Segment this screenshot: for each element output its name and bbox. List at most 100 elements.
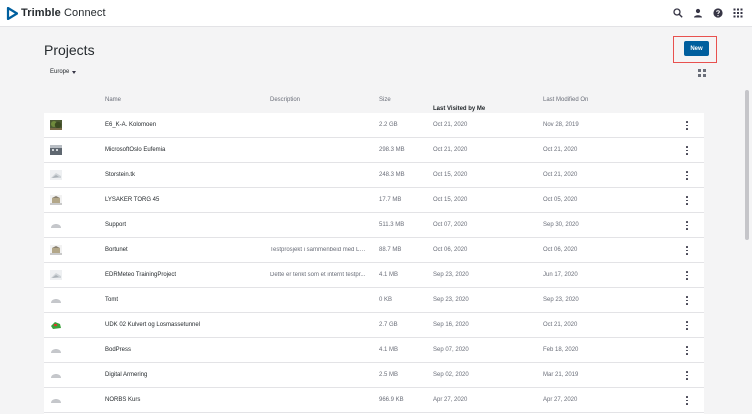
- project-thumbnail: [50, 345, 62, 355]
- project-size: 2.7 GB: [379, 322, 398, 328]
- more-options-icon[interactable]: [685, 145, 689, 156]
- project-thumbnail: [50, 195, 62, 205]
- table-row[interactable]: LYSAKER TORG 45 17.7 MB Oct 15, 2020 Oct 05…: [44, 188, 704, 213]
- new-project-button[interactable]: New: [684, 41, 709, 56]
- top-bar: Trimble Connect: [0, 0, 752, 27]
- project-thumbnail: [50, 170, 62, 180]
- vertical-scrollbar[interactable]: [745, 90, 749, 240]
- project-size: 17.7 MB: [379, 197, 402, 203]
- user-icon[interactable]: [692, 7, 704, 19]
- table-row[interactable]: MicrosoftOslo Eufemia 298.3 MB Oct 21, 202…: [44, 138, 704, 163]
- table-row[interactable]: Storstein.tk 248.3 MB Oct 15, 2020 Oct 21, …: [44, 163, 704, 188]
- more-options-icon[interactable]: [685, 220, 689, 231]
- project-name: MicrosoftOslo Eufemia: [105, 147, 166, 153]
- project-last-visited: Apr 27, 2020: [433, 397, 468, 403]
- project-size: 4.1 MB: [379, 272, 399, 278]
- more-options-icon[interactable]: [685, 245, 689, 256]
- project-name: NORBS Kurs: [105, 397, 141, 403]
- table-row[interactable]: NORBS Kurs 966.9 KB Apr 27, 2020 Apr 27, 20…: [44, 388, 704, 413]
- apps-grid-icon[interactable]: [732, 7, 744, 19]
- project-last-modified: Oct 21, 2020: [543, 147, 578, 153]
- table-row[interactable]: Digital Armering 2.5 MB Sep 02, 2020 Mar 21…: [44, 363, 704, 388]
- project-name: E6_K-A. Kolomoen: [105, 122, 157, 128]
- project-thumbnail: [50, 295, 62, 305]
- trimble-connect-logo[interactable]: Trimble Connect: [6, 6, 106, 20]
- column-header-name[interactable]: Name: [105, 97, 121, 103]
- more-options-icon[interactable]: [685, 120, 689, 131]
- more-options-icon[interactable]: [685, 345, 689, 356]
- project-last-modified: Oct 06, 2020: [543, 247, 578, 253]
- table-row[interactable]: UDK 02 Kulvert og Losmassetunnel 2.7 GB Se…: [44, 313, 704, 338]
- app-title: Trimble Connect: [21, 7, 106, 19]
- project-last-visited: Oct 21, 2020: [433, 147, 468, 153]
- project-last-visited: Oct 06, 2020: [433, 247, 468, 253]
- project-last-visited: Oct 07, 2020: [433, 222, 468, 228]
- table-row[interactable]: Support 511.3 MB Oct 07, 2020 Sep 30, 2020: [44, 213, 704, 238]
- help-icon[interactable]: [712, 7, 724, 19]
- region-selector[interactable]: Europe: [50, 69, 77, 75]
- more-options-icon[interactable]: [685, 270, 689, 281]
- project-last-visited: Sep 16, 2020: [433, 322, 469, 328]
- project-name: BodPress: [105, 347, 132, 353]
- search-icon[interactable]: [672, 7, 684, 19]
- page-title: Projects: [44, 42, 95, 58]
- table-row[interactable]: Tomt 0 KB Sep 23, 2020 Sep 23, 2020: [44, 288, 704, 313]
- project-name: LYSAKER TORG 45: [105, 197, 160, 203]
- more-options-icon[interactable]: [685, 295, 689, 306]
- sort-descending-icon: ↓: [436, 106, 439, 112]
- project-size: 2.5 MB: [379, 372, 399, 378]
- grid-view-icon[interactable]: [698, 69, 706, 77]
- more-options-icon[interactable]: [685, 370, 689, 381]
- project-last-visited: Oct 21, 2020: [433, 122, 468, 128]
- project-last-modified: Jun 17, 2020: [543, 272, 578, 278]
- project-last-visited: Sep 23, 2020: [433, 272, 469, 278]
- project-size: 4.1 MB: [379, 347, 399, 353]
- project-last-visited: Oct 15, 2020: [433, 197, 468, 203]
- project-thumbnail: [50, 245, 62, 255]
- project-size: 511.3 MB: [379, 222, 405, 228]
- more-options-icon[interactable]: [685, 395, 689, 406]
- project-size: 2.2 GB: [379, 122, 398, 128]
- project-name: Tomt: [105, 297, 119, 303]
- project-thumbnail: [50, 320, 62, 330]
- projects-table: Name Description Size Last Visited by Me…: [44, 88, 704, 414]
- table-row[interactable]: E6_K-A. Kolomoen 2.2 GB Oct 21, 2020 Nov 28…: [44, 113, 704, 138]
- project-size: 298.3 MB: [379, 147, 405, 153]
- project-size: 248.3 MB: [379, 172, 405, 178]
- project-size: 0 KB: [379, 297, 393, 303]
- project-size: 88.7 MB: [379, 247, 402, 253]
- column-header-description[interactable]: Description: [270, 97, 300, 103]
- caret-down-icon: [72, 70, 77, 74]
- project-thumbnail: [50, 145, 62, 155]
- table-row[interactable]: BodPress 4.1 MB Sep 07, 2020 Feb 18, 2020: [44, 338, 704, 363]
- project-last-modified: Feb 18, 2020: [543, 347, 579, 353]
- more-options-icon[interactable]: [685, 170, 689, 181]
- project-size: 966.9 KB: [379, 397, 404, 403]
- column-header-last-visited-label: Last Visited by Me: [433, 106, 486, 112]
- project-description: Dette er tenkt som et internt testpr...: [270, 272, 366, 278]
- project-name: Bortunet: [105, 247, 128, 253]
- project-last-visited: Sep 23, 2020: [433, 297, 469, 303]
- trimble-logo-icon: [6, 6, 18, 20]
- project-last-modified: Mar 21, 2019: [543, 372, 579, 378]
- column-header-size[interactable]: Size: [379, 97, 391, 103]
- column-header-last-modified[interactable]: Last Modified On: [543, 97, 588, 103]
- table-row[interactable]: Bortunet Testprosjekt i sammenbeid med Lo…: [44, 238, 704, 263]
- project-last-modified: Oct 21, 2020: [543, 322, 578, 328]
- project-name: Support: [105, 222, 127, 228]
- project-last-modified: Apr 27, 2020: [543, 397, 578, 403]
- project-thumbnail: [50, 370, 62, 380]
- more-options-icon[interactable]: [685, 195, 689, 206]
- project-last-modified: Oct 21, 2020: [543, 172, 578, 178]
- project-last-modified: Oct 05, 2020: [543, 197, 578, 203]
- project-thumbnail: [50, 395, 62, 405]
- region-label: Europe: [50, 69, 70, 75]
- more-options-icon[interactable]: [685, 320, 689, 331]
- table-row[interactable]: EDRMeteo TrainingProject Dette er tenkt s…: [44, 263, 704, 288]
- project-last-visited: Sep 02, 2020: [433, 372, 469, 378]
- project-last-visited: Oct 15, 2020: [433, 172, 468, 178]
- project-last-modified: Sep 23, 2020: [543, 297, 579, 303]
- project-last-modified: Nov 28, 2019: [543, 122, 579, 128]
- project-thumbnail: [50, 120, 62, 130]
- table-header: Name Description Size Last Visited by Me…: [44, 88, 704, 113]
